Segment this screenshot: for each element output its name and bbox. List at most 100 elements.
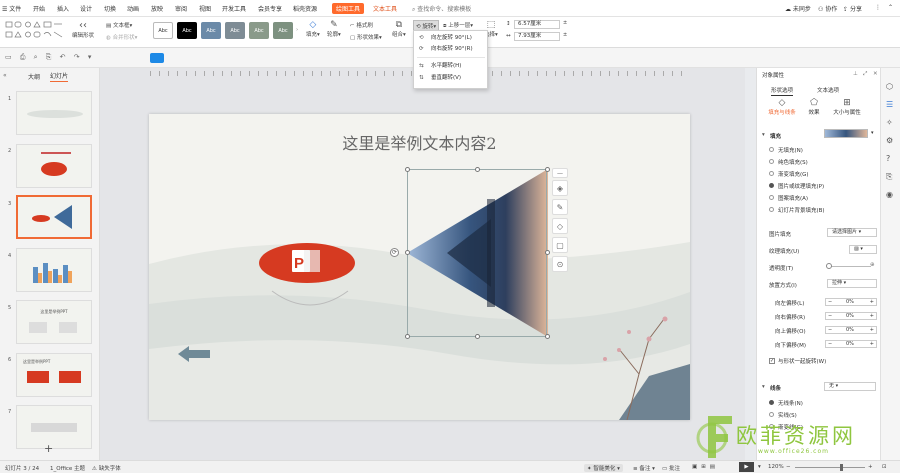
radio-pattern-fill[interactable] <box>769 195 774 200</box>
width-stepper[interactable]: ± <box>563 32 567 38</box>
resize-handle[interactable] <box>475 334 480 339</box>
style-preset-5[interactable]: Abc <box>249 22 269 39</box>
style-preset-1[interactable]: Abc <box>153 22 173 39</box>
fill-button[interactable]: ◇ 填充▾ <box>306 20 320 38</box>
format-brush-icon[interactable] <box>150 53 164 63</box>
menu-animation[interactable]: 动画 <box>127 4 139 13</box>
offset-down-spinner[interactable]: −0% + <box>825 340 877 348</box>
offset-up-spinner[interactable]: −0% + <box>825 326 877 334</box>
style-preset-6[interactable]: Abc <box>273 22 293 39</box>
menu-slideshow[interactable]: 放映 <box>151 4 163 13</box>
tab-text-options[interactable]: 文本选项 <box>817 86 839 94</box>
sync-status[interactable]: ☁ 未同步 <box>785 4 811 13</box>
collab-button[interactable]: ⚇ 协作 <box>818 4 837 13</box>
close-icon[interactable]: ✕ <box>873 71 878 77</box>
tab-shape-options[interactable]: 形状选项 <box>771 86 794 96</box>
fill-preview[interactable] <box>824 129 868 138</box>
crop-frame-icon[interactable]: ▢ <box>552 237 568 253</box>
transparency-plus-icon[interactable]: ⊕ <box>870 262 875 268</box>
flip-vertical-item[interactable]: ⇅ 垂直翻转(V) <box>417 73 485 83</box>
panel-expand-icon[interactable]: ⤢ <box>863 71 867 78</box>
style-preset-3[interactable]: Abc <box>201 22 221 39</box>
radio-no-line[interactable] <box>769 400 774 405</box>
resize-handle[interactable] <box>405 334 410 339</box>
flip-horizontal-item[interactable]: ⇆ 水平翻转(H) <box>417 61 485 71</box>
rotate-with-shape-checkbox[interactable]: ✓ <box>769 358 775 364</box>
slide[interactable]: 这里是举例文本内容2 P ⟳ <box>149 114 690 420</box>
line-select[interactable]: 无 ▾ <box>824 382 876 391</box>
collapse-ribbon-icon[interactable]: ⌃ <box>888 4 893 11</box>
zoom-level[interactable]: 120% <box>768 464 784 470</box>
group-button[interactable]: ⧉ 组合▾ <box>392 20 406 38</box>
more-icon[interactable]: ⋮ <box>875 4 881 11</box>
fill-preview-dropdown-icon[interactable]: ▾ <box>871 130 874 136</box>
edit-shape-button[interactable]: ‹‹ 编辑形状 <box>72 20 94 39</box>
resize-handle[interactable] <box>545 250 550 255</box>
zoom-out-icon[interactable]: ▾ <box>758 464 761 470</box>
menu-transition[interactable]: 切换 <box>104 4 116 13</box>
option-background-fill[interactable]: 幻灯片背景填充(B) <box>778 206 825 214</box>
style-gallery-more-icon[interactable]: › <box>296 27 298 33</box>
zoom-out-button[interactable]: − <box>786 464 791 470</box>
left-arrow-shape[interactable] <box>177 344 212 364</box>
add-slide-button[interactable]: + <box>44 442 53 455</box>
smart-beautify-button[interactable]: ✦ 智能美化 ▾ <box>584 464 623 472</box>
zoom-slider-thumb[interactable] <box>840 464 843 471</box>
option-solid-line[interactable]: 实线(S) <box>778 411 797 419</box>
slide-title[interactable]: 这里是举例文本内容2 <box>299 130 540 154</box>
bring-forward-button[interactable]: ⧈ 上移一层▾ <box>443 21 473 30</box>
comments-button[interactable]: ▭ 批注 <box>662 464 680 472</box>
rotate-left-90-item[interactable]: ⟲ 向左旋转 90°(L) <box>417 33 485 43</box>
radio-gradient-fill[interactable] <box>769 171 774 176</box>
zoom-slider[interactable] <box>795 467 865 468</box>
locate-icon[interactable]: ⊙ <box>552 256 568 272</box>
option-gradient-fill[interactable]: 渐变填充(G) <box>778 170 809 178</box>
collapse-panel-icon[interactable]: « <box>3 72 7 79</box>
subtab-effect[interactable]: ⬠ 效果 <box>804 98 824 116</box>
placement-select[interactable]: 拉伸 ▾ <box>827 279 877 288</box>
collapse-line-icon[interactable]: ▾ <box>762 384 765 390</box>
slide-thumbnail-3[interactable] <box>16 195 92 239</box>
option-picture-fill[interactable]: 图片或纹理填充(P) <box>778 182 824 190</box>
tab-text-tools[interactable]: 文本工具 <box>373 4 397 13</box>
text-box-button[interactable]: ▤ 文本框▾ <box>106 21 132 29</box>
notes-button[interactable]: ≡ 备注 ▾ <box>633 464 655 472</box>
tab-slides[interactable]: 幻灯片 <box>50 71 69 82</box>
ppt-logo-shape[interactable]: P <box>254 239 369 309</box>
option-no-line[interactable]: 无线条(N) <box>778 399 803 407</box>
radio-solid-line[interactable] <box>769 412 774 417</box>
sidebar-backup-icon[interactable]: ⎘ <box>886 172 892 182</box>
sidebar-properties-icon[interactable]: ☰ <box>886 100 893 109</box>
slide-thumbnail-1[interactable] <box>16 91 92 135</box>
slide-thumbnail-7[interactable] <box>16 405 92 449</box>
outline-button[interactable]: ✎ 轮廓▾ <box>327 20 341 38</box>
menu-home[interactable]: 开始 <box>33 4 45 13</box>
shape-gallery[interactable] <box>4 20 64 42</box>
share-button[interactable]: ⇪ 分享 <box>843 4 862 13</box>
slide-thumbnail-5[interactable]: 这里是举例PPT <box>16 300 92 344</box>
offset-left-spinner[interactable]: −0% + <box>825 298 877 306</box>
resize-handle[interactable] <box>545 167 550 172</box>
format-painter-button[interactable]: ⌐ 格式刷 <box>350 21 373 29</box>
menu-design[interactable]: 设计 <box>80 4 92 13</box>
picture-fill-select[interactable]: 请选择图片 ▾ <box>827 228 877 237</box>
option-pattern-fill[interactable]: 图案填充(A) <box>778 194 808 202</box>
subtab-fill-line[interactable]: ◇ 填充与线条 <box>762 98 802 116</box>
quick-access-icons[interactable]: ▭ ⎙ ⌕ ⎘ ↶ ↷ ▾ <box>5 53 94 62</box>
menu-developer[interactable]: 开发工具 <box>222 4 246 13</box>
sidebar-help-icon[interactable]: ? <box>886 154 890 163</box>
menu-member[interactable]: 会员专享 <box>258 4 282 13</box>
search-box[interactable]: ⌕ 查找命令、搜索模板 <box>412 4 471 14</box>
radio-solid-fill[interactable] <box>769 159 774 164</box>
rotate-with-shape-label[interactable]: 与形状一起旋转(W) <box>778 357 826 365</box>
sidebar-location-icon[interactable]: ◉ <box>886 190 893 199</box>
play-slideshow-icon[interactable]: ▶ <box>739 462 754 472</box>
height-stepper[interactable]: ± <box>563 20 567 26</box>
pin-icon[interactable]: ⊥ <box>853 71 858 77</box>
zoom-in-button[interactable]: + <box>868 464 873 470</box>
float-collapse-icon[interactable]: — <box>552 168 568 178</box>
slide-thumbnail-4[interactable] <box>16 248 92 292</box>
radio-picture-fill[interactable] <box>769 183 774 188</box>
sidebar-shape-icon[interactable]: ⬡ <box>886 82 893 91</box>
menu-file[interactable]: ☰ 文件 <box>2 4 21 13</box>
